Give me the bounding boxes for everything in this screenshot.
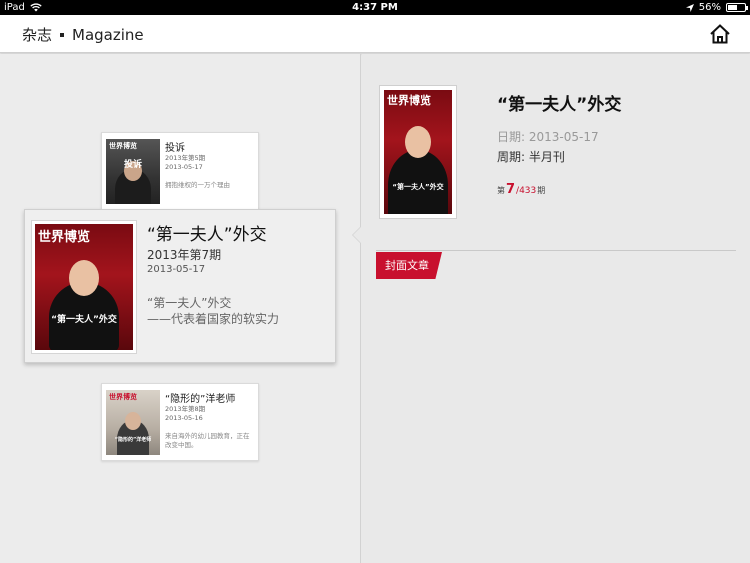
home-button[interactable]: [708, 22, 732, 46]
issue-date: 2013-05-17: [165, 163, 203, 171]
issue-cover-thumbnail: 世界博览 “隐形的”洋老师: [106, 390, 160, 455]
nav-title: 杂志 Magazine: [22, 24, 144, 45]
issue-suffix: 期: [537, 186, 546, 195]
cover-masthead: 世界博览: [387, 94, 431, 107]
battery-fill: [728, 5, 737, 10]
issue-card[interactable]: 世界博览 “隐形的”洋老师 “隐形的”洋老师 2013年第8期 2013-05-…: [101, 383, 259, 461]
cover-image: 世界博览 投诉: [106, 139, 160, 204]
issue-number: 2013年第8期: [165, 405, 206, 413]
cover-face: [125, 412, 141, 430]
cover-image: 世界博览 “隐形的”洋老师: [106, 390, 160, 455]
issue-detail-panel: 世界博览 “第一夫人”外交 “第一夫人”外交 日期: 2013-05-17 周期…: [362, 54, 750, 563]
cover-headline: “第一夫人”外交: [392, 183, 444, 191]
issue-title: “隐形的”洋老师: [165, 394, 236, 405]
cover-story-tab[interactable]: 封面文章: [376, 252, 442, 279]
issue-description: 拥抱维权的一万个理由: [165, 181, 230, 189]
cover-headline: “第一夫人”外交: [51, 315, 117, 325]
cover-masthead: 世界博览: [38, 230, 91, 245]
nav-title-cn: 杂志: [22, 26, 53, 44]
detail-period-label: 周期:: [497, 150, 526, 164]
issue-description: 来自海外的幼儿园教育，正在改变中国。: [165, 432, 250, 449]
detail-title: “第一夫人”外交: [497, 95, 622, 115]
issue-date: 2013-05-16: [165, 414, 203, 422]
nav-bar: 杂志 Magazine: [0, 15, 750, 53]
detail-period: 周期: 半月刊: [497, 148, 565, 165]
issue-description: “第一夫人”外交 ——代表着国家的软实力: [147, 295, 331, 327]
status-time: 4:37 PM: [352, 2, 398, 13]
issue-cover-thumbnail: 世界博览 “第一夫人”外交: [31, 220, 137, 354]
cover-face: [69, 260, 99, 296]
issue-prefix: 第: [497, 186, 505, 195]
cover-image: 世界博览 “第一夫人”外交: [384, 90, 452, 214]
issue-date: 2013-05-17: [147, 264, 206, 275]
home-icon: [710, 24, 730, 44]
cover-headline: “隐形的”洋老师: [114, 437, 152, 443]
cover-headline: 投诉: [123, 160, 142, 170]
nav-separator-dot: [60, 32, 65, 37]
detail-issue-number: 第 7 /433 期: [497, 182, 545, 197]
detail-date-label: 日期:: [497, 130, 526, 144]
issue-total: /433: [516, 186, 537, 196]
issue-cover-thumbnail: 世界博览 投诉: [106, 139, 160, 204]
issue-title: “第一夫人”外交: [147, 225, 267, 245]
detail-date: 日期: 2013-05-17: [497, 128, 599, 145]
location-icon: [685, 3, 694, 12]
detail-cover-image: 世界博览 “第一夫人”外交: [379, 85, 457, 219]
issue-number: 2013年第7期: [147, 248, 222, 262]
cover-face: [405, 126, 431, 158]
cover-image: 世界博览 “第一夫人”外交: [35, 224, 133, 350]
selection-pointer: [352, 226, 361, 244]
issue-card-selected[interactable]: 世界博览 “第一夫人”外交 “第一夫人”外交 2013年第7期 2013-05-…: [24, 209, 336, 363]
issue-title: 投诉: [165, 143, 185, 154]
detail-date-value: 2013-05-17: [528, 130, 599, 144]
battery-percent: 56%: [698, 2, 721, 13]
issue-number: 2013年第5期: [165, 154, 206, 162]
issue-current: 7: [506, 182, 516, 197]
status-bar: iPad 4:37 PM 56%: [0, 0, 750, 15]
issue-card[interactable]: 世界博览 投诉 投诉 2013年第5期 2013-05-17 拥抱维权的一万个理…: [101, 132, 259, 210]
issue-description-line-1: “第一夫人”外交: [147, 296, 232, 310]
cover-masthead: 世界博览: [109, 393, 137, 401]
section-divider: [376, 250, 736, 251]
detail-period-value: 半月刊: [528, 150, 565, 164]
issue-list-panel[interactable]: 世界博览 投诉 投诉 2013年第5期 2013-05-17 拥抱维权的一万个理…: [0, 54, 361, 563]
issue-description-line-2: ——代表着国家的软实力: [147, 312, 280, 326]
battery-icon: [726, 3, 748, 12]
cover-masthead: 世界博览: [109, 142, 137, 150]
nav-title-en: Magazine: [72, 25, 144, 44]
